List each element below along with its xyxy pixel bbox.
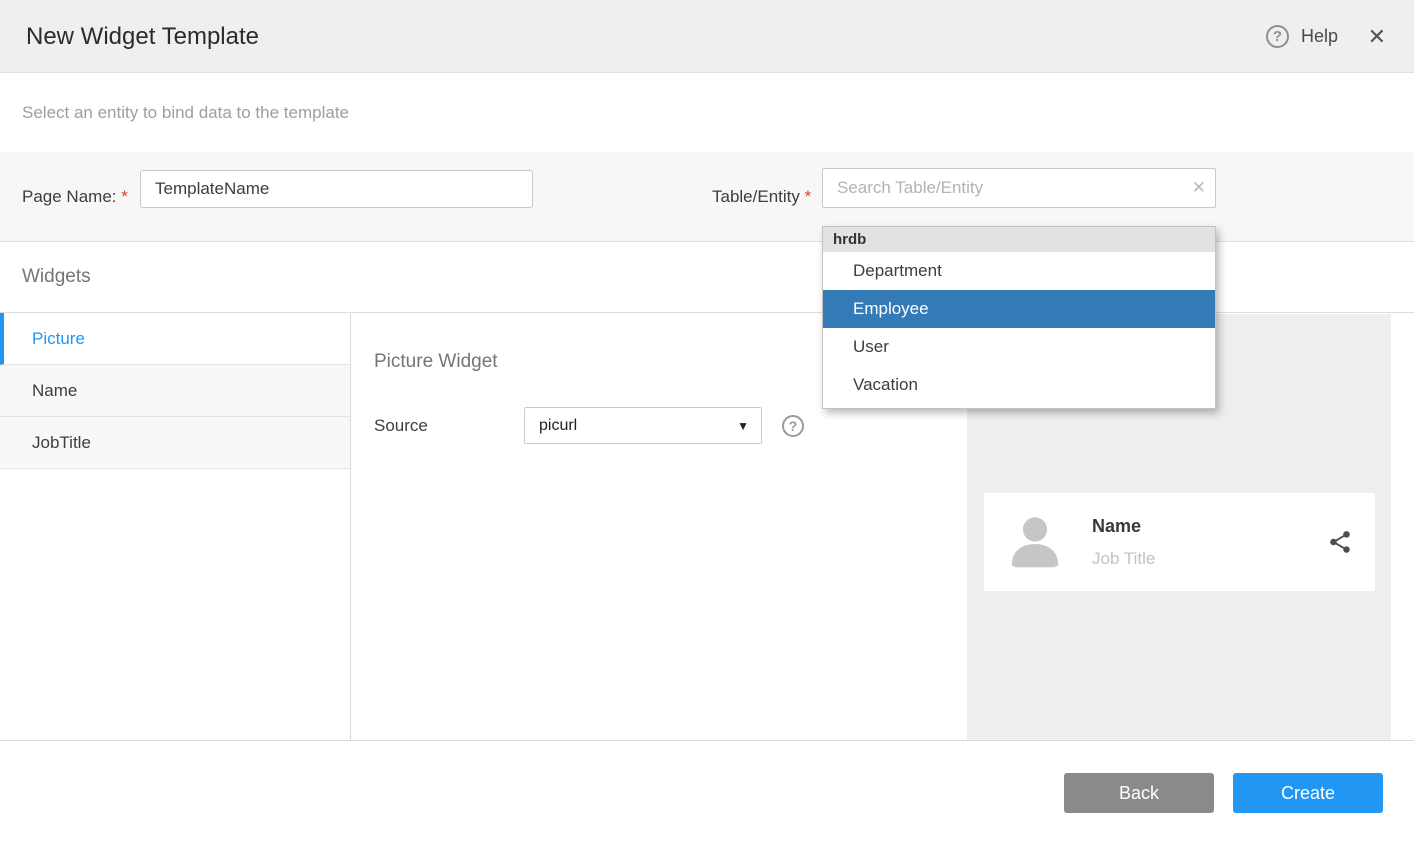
tab-picture[interactable]: Picture bbox=[0, 313, 350, 365]
table-entity-label: Table/Entity * bbox=[712, 152, 811, 242]
dropdown-option-employee[interactable]: Employee bbox=[823, 290, 1215, 328]
page-name-label: Page Name: * bbox=[22, 152, 128, 242]
avatar-icon bbox=[1004, 511, 1066, 573]
table-entity-search-input[interactable] bbox=[822, 168, 1216, 208]
help-button[interactable]: ? Help bbox=[1266, 0, 1338, 73]
required-marker: * bbox=[805, 187, 812, 206]
page-name-input[interactable] bbox=[140, 170, 533, 208]
subtitle-text: Select an entity to bind data to the tem… bbox=[22, 74, 349, 152]
preview-card: Name Job Title bbox=[984, 493, 1375, 591]
widget-tabs-sidebar: Picture Name JobTitle bbox=[0, 313, 351, 741]
entity-dropdown: hrdb Department Employee User Vacation bbox=[822, 226, 1216, 409]
help-icon[interactable]: ? bbox=[1266, 25, 1289, 48]
dropdown-group-header: hrdb bbox=[823, 227, 1215, 252]
dialog-header: New Widget Template ? Help ✕ bbox=[0, 0, 1414, 73]
create-button[interactable]: Create bbox=[1233, 773, 1383, 813]
tab-jobtitle[interactable]: JobTitle bbox=[0, 417, 350, 469]
table-entity-search: ✕ bbox=[822, 168, 1216, 208]
dropdown-option-user[interactable]: User bbox=[823, 328, 1215, 366]
close-icon[interactable]: ✕ bbox=[1368, 0, 1386, 73]
preview-name: Name bbox=[1092, 516, 1327, 537]
dialog-footer: Back Create bbox=[0, 740, 1414, 844]
clear-search-icon[interactable]: ✕ bbox=[1192, 168, 1206, 208]
dropdown-option-department[interactable]: Department bbox=[823, 252, 1215, 290]
required-marker: * bbox=[121, 187, 128, 206]
source-select-value: picurl bbox=[539, 417, 737, 435]
back-button[interactable]: Back bbox=[1064, 773, 1214, 813]
source-label: Source bbox=[374, 416, 524, 436]
new-widget-template-dialog: New Widget Template ? Help ✕ Select an e… bbox=[0, 0, 1414, 844]
preview-job-title: Job Title bbox=[1092, 549, 1327, 569]
source-select[interactable]: picurl ▼ bbox=[524, 407, 762, 444]
chevron-down-icon: ▼ bbox=[737, 419, 749, 433]
widgets-section-title: Widgets bbox=[22, 242, 91, 312]
tab-name[interactable]: Name bbox=[0, 365, 350, 417]
help-label[interactable]: Help bbox=[1301, 26, 1338, 47]
subtitle-row: Select an entity to bind data to the tem… bbox=[0, 74, 1414, 152]
preview-card-text: Name Job Title bbox=[1092, 516, 1327, 569]
source-help-icon[interactable]: ? bbox=[782, 415, 804, 437]
page-title: New Widget Template bbox=[26, 0, 259, 73]
share-icon[interactable] bbox=[1327, 529, 1353, 555]
dropdown-option-vacation[interactable]: Vacation bbox=[823, 366, 1215, 404]
